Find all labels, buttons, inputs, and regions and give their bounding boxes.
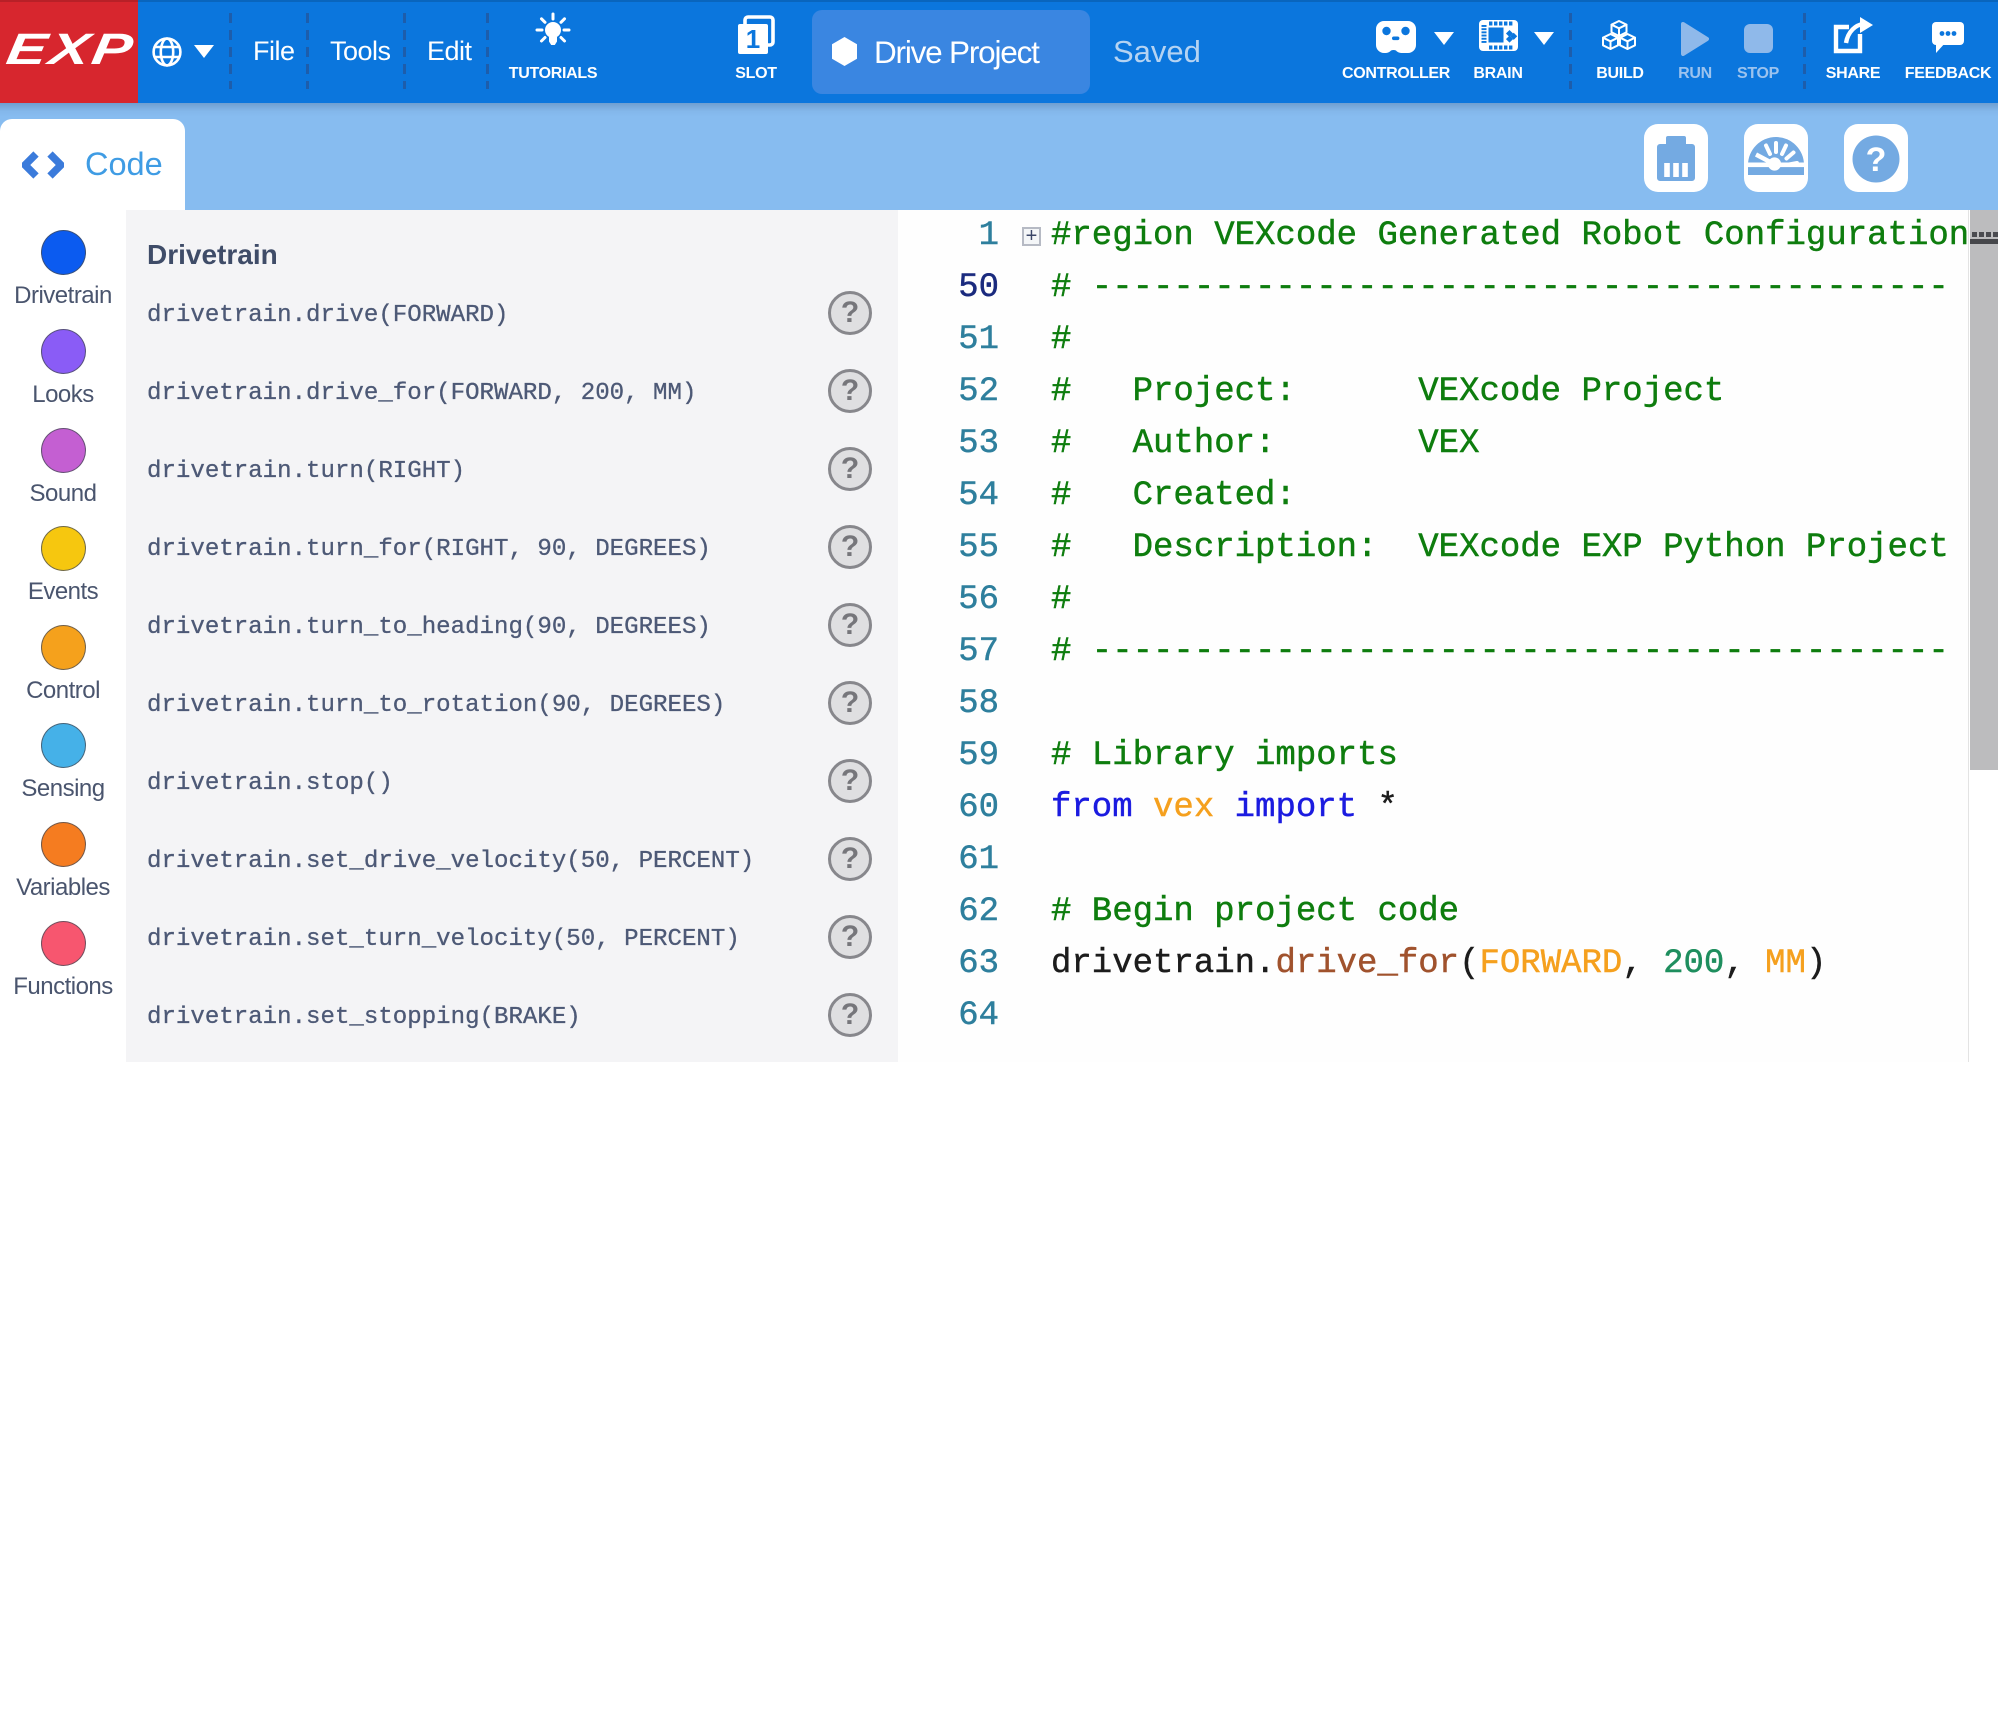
svg-text:?: ?	[1866, 141, 1887, 179]
svg-text:1: 1	[746, 24, 760, 54]
